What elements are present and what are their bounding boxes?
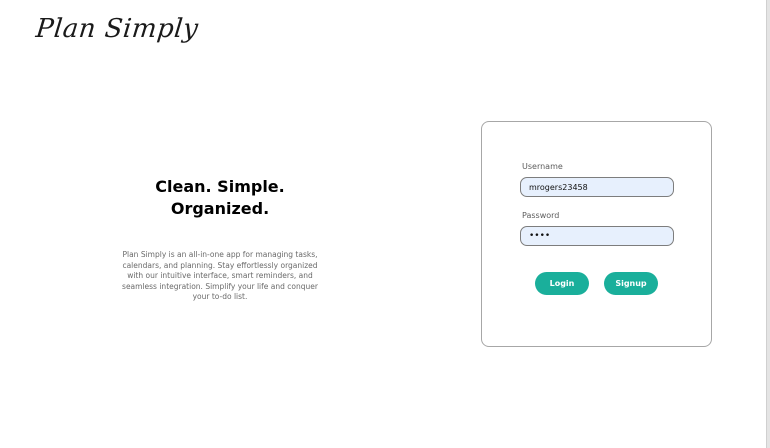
password-input[interactable] [520,226,674,246]
signup-button[interactable]: Signup [604,272,658,295]
login-button[interactable]: Login [535,272,589,295]
hero-title-line2: Organized. [170,199,270,218]
hero-title: Clean. Simple. Organized. [120,176,320,220]
app-logo: Plan Simply [34,14,200,44]
username-input[interactable] [520,177,674,197]
hero-description: Plan Simply is an all-in-one app for man… [122,250,318,302]
hero-title-line1: Clean. Simple. [155,177,285,196]
scrollbar[interactable] [766,0,770,448]
hero-section: Clean. Simple. Organized. Plan Simply is… [120,176,320,303]
username-label: Username [522,162,563,171]
login-page: Plan Simply Clean. Simple. Organized. Pl… [0,0,770,448]
login-card: Username Password Login Signup [481,121,712,347]
password-label: Password [522,211,560,220]
